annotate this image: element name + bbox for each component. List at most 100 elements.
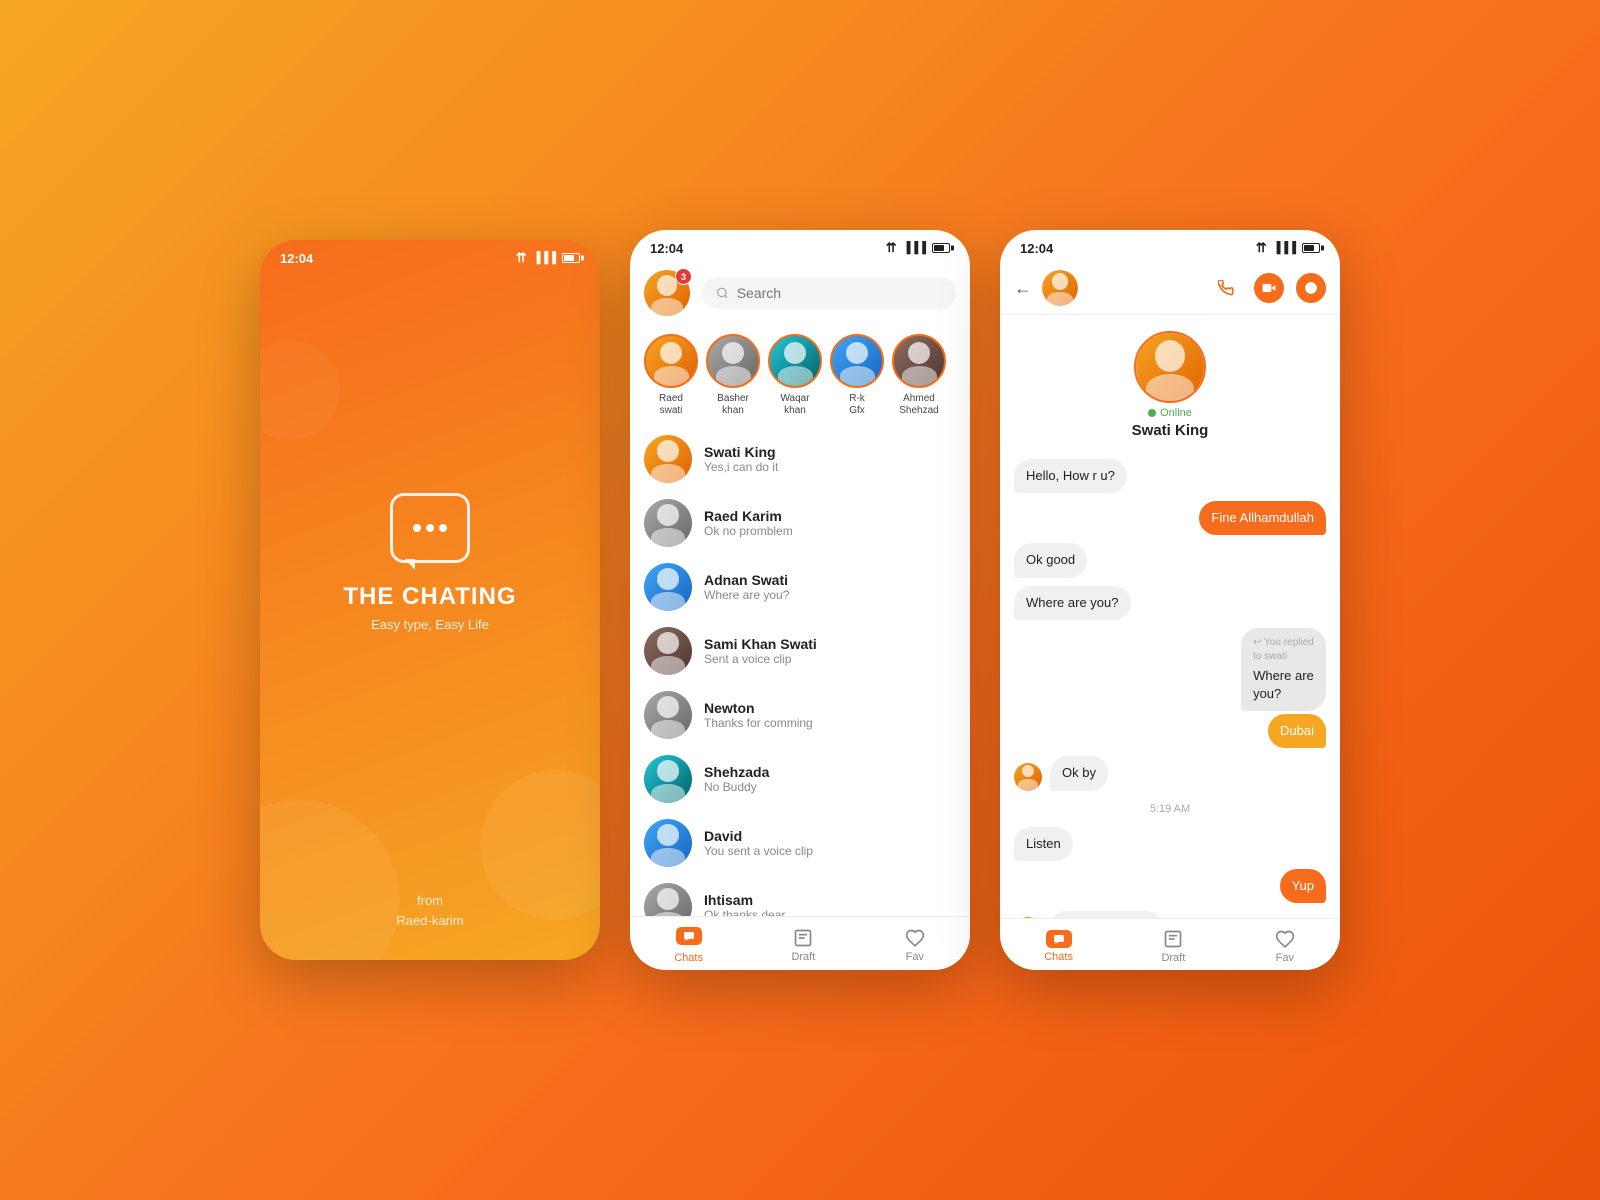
- chat-avatar-sami: [644, 627, 692, 675]
- story-item[interactable]: Raedswati: [644, 334, 698, 417]
- nav-label-chats-list: Chats: [674, 952, 703, 964]
- reply-quoted-text: Where are you?: [1253, 667, 1314, 703]
- info-button[interactable]: i: [1296, 273, 1326, 303]
- msg-yup: Yup: [1280, 869, 1326, 903]
- chat-header: ← i: [1000, 262, 1340, 315]
- contact-avatar-header: [1042, 270, 1078, 306]
- story-item[interactable]: Basherkhan: [706, 334, 760, 417]
- my-avatar-wrapper[interactable]: 3: [644, 270, 690, 316]
- story-name-basher: Basherkhan: [717, 393, 749, 417]
- contact-header: Online Swati King: [1000, 315, 1340, 449]
- chat-avatar-adnan: [644, 563, 692, 611]
- chat-info-shehzada: Shehzada No Buddy: [704, 764, 956, 794]
- app-title: THE CHATING: [343, 583, 516, 611]
- from-text: from Raed-karim: [260, 891, 600, 930]
- chat-item-adnan[interactable]: Adnan Swati Where are you?: [630, 555, 970, 619]
- battery-icon: [562, 253, 580, 263]
- bottom-nav-conv: Chats Draft Fav: [1000, 918, 1340, 970]
- fav-icon-conv: [1274, 929, 1296, 949]
- battery-icon-list: [932, 243, 950, 253]
- online-label: Online: [1160, 407, 1192, 419]
- nav-fav-list[interactable]: Fav: [904, 928, 926, 963]
- draft-icon-conv: [1162, 929, 1184, 949]
- nav-label-draft-list: Draft: [791, 951, 815, 963]
- chat-dots: [413, 524, 447, 532]
- status-icons-splash: ⇈ ▐▐▐: [516, 250, 580, 266]
- chat-preview-swati: Yes,i can do it: [704, 460, 956, 474]
- nav-chats-conv[interactable]: Chats: [1044, 930, 1073, 963]
- chat-info-newton: Newton Thanks for comming: [704, 700, 956, 730]
- msg-okby: Ok by: [1050, 756, 1108, 790]
- stories-row: Raedswati Basherkhan Waqarkhan: [630, 324, 970, 427]
- chat-avatar-david: [644, 819, 692, 867]
- reply-label: ↩ You replied to swati: [1253, 636, 1314, 664]
- msg-avatar-okby: [1014, 763, 1042, 791]
- chat-preview-newton: Thanks for comming: [704, 716, 956, 730]
- story-name-raed: Raedswati: [659, 393, 683, 417]
- back-button[interactable]: ←: [1014, 278, 1032, 299]
- story-name-rk: R-kGfx: [849, 393, 865, 417]
- svg-text:i: i: [1310, 284, 1312, 293]
- msg-reply-group: ↩ You replied to swati Where are you? Du…: [1205, 628, 1326, 749]
- chat-name-david: David: [704, 828, 956, 844]
- chat-item-raed[interactable]: Raed Karim Ok no promblem: [630, 491, 970, 555]
- chat-item-shehzada[interactable]: Shehzada No Buddy: [630, 747, 970, 811]
- story-item[interactable]: Waqarkhan: [768, 334, 822, 417]
- chat-item-sami[interactable]: Sami Khan Swati Sent a voice clip: [630, 619, 970, 683]
- fav-icon: [904, 928, 926, 948]
- wifi-icon: ⇈: [516, 250, 527, 266]
- online-status: Online: [1148, 407, 1192, 419]
- phone-conversation: 12:04 ⇈ ▐▐▐ ←: [1000, 230, 1340, 970]
- video-call-button[interactable]: [1254, 273, 1284, 303]
- chat-list-scroll: Swati King Yes,i can do it Raed Karim Ok…: [630, 427, 970, 967]
- msg-okby-group: Ok by: [1014, 756, 1326, 790]
- search-bar[interactable]: [702, 277, 956, 309]
- phone-splash: 12:04 ⇈ ▐▐▐ THE CHAT: [260, 240, 600, 960]
- chat-item-swati[interactable]: Swati King Yes,i can do it: [630, 427, 970, 491]
- msg-dubai: Dubai: [1268, 714, 1326, 748]
- contact-avatar-large: [1134, 331, 1206, 403]
- call-button[interactable]: [1210, 272, 1242, 304]
- chat-avatar-shehzada: [644, 755, 692, 803]
- chat-info-swati: Swati King Yes,i can do it: [704, 444, 956, 474]
- chat-info-raed: Raed Karim Ok no promblem: [704, 508, 956, 538]
- chat-info-sami: Sami Khan Swati Sent a voice clip: [704, 636, 956, 666]
- status-icons-conv: ⇈ ▐▐▐: [1256, 240, 1320, 256]
- msg-sent-1: Fine Allhamdullah: [1199, 501, 1326, 535]
- chat-item-david[interactable]: David You sent a voice clip: [630, 811, 970, 875]
- story-name-ahmed: AhmedShehzad: [899, 393, 938, 417]
- chat-info-david: David You sent a voice clip: [704, 828, 956, 858]
- wifi-icon-list: ⇈: [886, 240, 897, 256]
- status-bar-conv: 12:04 ⇈ ▐▐▐: [1000, 230, 1340, 262]
- messages-area: Hello, How r u? Fine Allhamdullah Ok goo…: [1000, 449, 1340, 922]
- chat-bubble-icon: [390, 493, 470, 563]
- chat-item-newton[interactable]: Newton Thanks for comming: [630, 683, 970, 747]
- msg-listen: Listen: [1014, 827, 1073, 861]
- chat-preview-shehzada: No Buddy: [704, 780, 956, 794]
- story-avatar-waqar: [768, 334, 822, 388]
- story-item[interactable]: AhmedShehzad: [892, 334, 946, 417]
- chat-name-swati: Swati King: [704, 444, 956, 460]
- chat-name-sami: Sami Khan Swati: [704, 636, 956, 652]
- story-item[interactable]: R-kGfx: [830, 334, 884, 417]
- chat-name-adnan: Adnan Swati: [704, 572, 956, 588]
- chat-name-raed: Raed Karim: [704, 508, 956, 524]
- chat-icon-svg: [683, 931, 695, 941]
- msg-received-2: Ok good: [1014, 543, 1087, 577]
- app-subtitle: Easy type, Easy Life: [371, 617, 489, 632]
- search-input[interactable]: [737, 285, 942, 301]
- nav-draft-conv[interactable]: Draft: [1161, 929, 1185, 964]
- chat-avatar-newton: [644, 691, 692, 739]
- signal-icon-conv: ▐▐▐: [1273, 242, 1296, 254]
- chat-info-adnan: Adnan Swati Where are you?: [704, 572, 956, 602]
- nav-fav-conv[interactable]: Fav: [1274, 929, 1296, 964]
- nav-chats-list[interactable]: Chats: [674, 927, 703, 964]
- nav-label-fav-list: Fav: [906, 951, 924, 963]
- story-avatar-ahmed: [892, 334, 946, 388]
- status-bar-list: 12:04 ⇈ ▐▐▐: [630, 230, 970, 262]
- phones-container: 12:04 ⇈ ▐▐▐ THE CHAT: [260, 230, 1340, 970]
- msg-received-1: Hello, How r u?: [1014, 459, 1127, 493]
- nav-draft-list[interactable]: Draft: [791, 928, 815, 963]
- chats-nav-icon: [676, 927, 702, 949]
- msg-reply-quote: ↩ You replied to swati Where are you?: [1241, 628, 1326, 711]
